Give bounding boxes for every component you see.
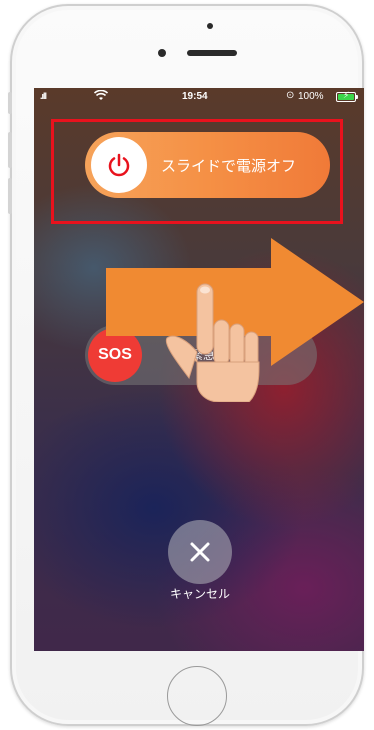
orientation-lock-icon: ⊙: [286, 90, 295, 101]
wifi-icon: [93, 89, 109, 104]
earpiece-speaker: [187, 50, 237, 56]
cellular-signal-icon: .ıll: [40, 91, 47, 101]
battery-percentage: 100%: [298, 91, 324, 102]
sensor-dot: [207, 23, 213, 29]
power-off-screen: .ıll 19:54 ⊙ 100% ⚡ スライドで電源オフ SOS 緊急S: [34, 88, 364, 651]
cancel-button[interactable]: [168, 520, 232, 584]
mute-switch[interactable]: [8, 92, 12, 114]
status-time: 19:54: [182, 91, 208, 102]
front-camera: [158, 49, 166, 57]
volume-up-button[interactable]: [8, 132, 12, 168]
pointing-hand-icon: [165, 283, 260, 402]
status-bar: .ıll 19:54 ⊙ 100% ⚡: [34, 88, 364, 106]
battery-icon: ⚡: [336, 90, 356, 102]
volume-down-button[interactable]: [8, 178, 12, 214]
cancel-label: キャンセル: [169, 587, 230, 601]
close-icon: [190, 542, 210, 562]
charging-bolt-icon: ⚡: [343, 90, 350, 100]
highlight-box: [51, 119, 343, 224]
home-button[interactable]: [167, 666, 227, 726]
